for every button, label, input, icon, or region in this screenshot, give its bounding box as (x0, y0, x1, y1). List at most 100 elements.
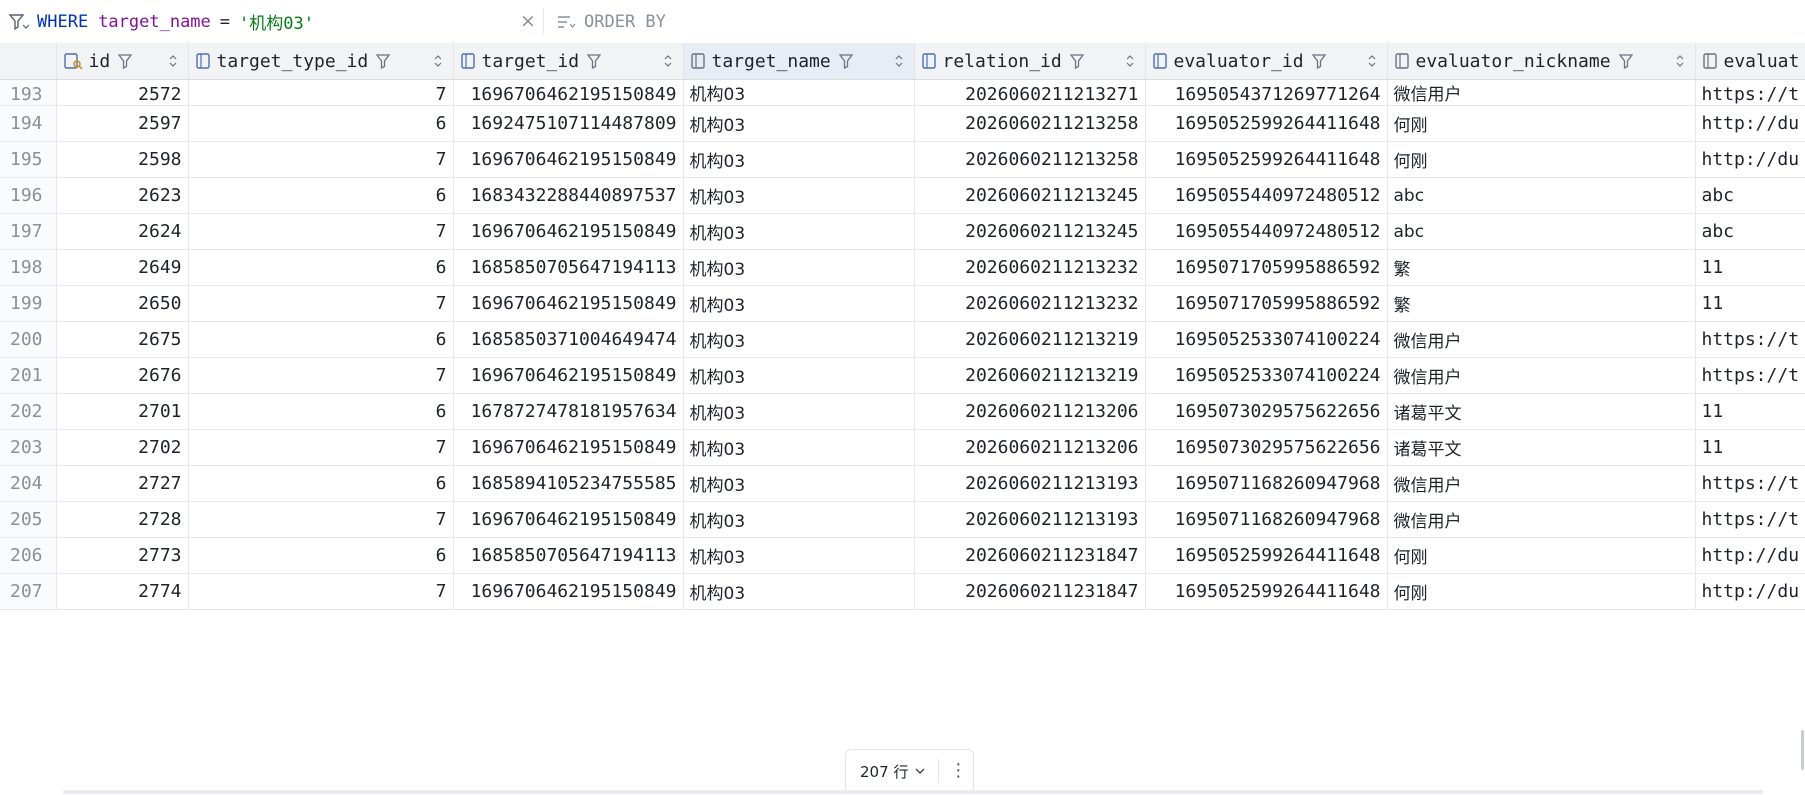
table-cell[interactable]: 微信用户 (1387, 357, 1696, 394)
table-cell[interactable]: 1695071705995886592 (1145, 249, 1388, 286)
table-cell[interactable]: 微信用户 (1387, 501, 1696, 538)
table-cell[interactable]: 机构03 (683, 429, 915, 466)
table-cell[interactable]: 2727 (56, 465, 189, 502)
table-cell[interactable]: 机构03 (683, 177, 915, 214)
table-row[interactable]: 201 2676 7 1696706462195150849 机构03 202606021… (0, 357, 1805, 394)
table-cell[interactable]: 2026060211213245 (914, 213, 1146, 250)
column-header-evaluat[interactable]: evaluat (1695, 43, 1805, 80)
table-cell[interactable]: abc (1387, 213, 1696, 250)
column-filter-icon[interactable] (1618, 53, 1633, 69)
table-row[interactable]: 204 2727 6 1685894105234755585 机构03 202606021… (0, 465, 1805, 502)
table-cell[interactable]: 何刚 (1387, 105, 1696, 142)
table-cell[interactable]: 1696706462195150849 (453, 141, 684, 178)
table-cell[interactable]: 2026060211213271 (914, 79, 1146, 106)
table-cell[interactable]: https://t (1695, 357, 1805, 394)
table-cell[interactable]: 2026060211213232 (914, 249, 1146, 286)
table-cell[interactable]: 1696706462195150849 (453, 357, 684, 394)
table-cell[interactable]: 2026060211213258 (914, 141, 1146, 178)
horizontal-scrollbar[interactable] (63, 790, 1763, 794)
table-cell[interactable]: 6 (188, 249, 454, 286)
table-cell[interactable]: 2702 (56, 429, 189, 466)
table-cell[interactable]: abc (1695, 213, 1805, 250)
table-cell[interactable]: 1695052599264411648 (1145, 537, 1388, 574)
table-cell[interactable]: 1696706462195150849 (453, 429, 684, 466)
table-cell[interactable]: 2026060211213193 (914, 465, 1146, 502)
column-filter-icon[interactable] (376, 53, 391, 69)
table-cell[interactable]: 7 (188, 141, 454, 178)
table-cell[interactable]: 2773 (56, 537, 189, 574)
table-cell[interactable]: 机构03 (683, 285, 915, 322)
table-cell[interactable]: 机构03 (683, 105, 915, 142)
table-cell[interactable]: 1685850705647194113 (453, 249, 684, 286)
column-header-evaluator-id[interactable]: evaluator_id (1145, 43, 1388, 80)
sort-icon[interactable] (168, 54, 178, 68)
table-cell[interactable]: http://du (1695, 105, 1805, 142)
table-cell[interactable]: 6 (188, 537, 454, 574)
table-cell[interactable]: 机构03 (683, 573, 915, 610)
table-cell[interactable]: 何刚 (1387, 573, 1696, 610)
column-header-target-id[interactable]: target_id (453, 43, 684, 80)
column-filter-icon[interactable] (1069, 53, 1084, 69)
table-cell[interactable]: 何刚 (1387, 537, 1696, 574)
column-filter-icon[interactable] (118, 53, 133, 69)
table-cell[interactable]: 2650 (56, 285, 189, 322)
table-cell[interactable]: 2026060211213258 (914, 105, 1146, 142)
table-cell[interactable]: 2572 (56, 79, 189, 106)
table-cell[interactable]: https://t (1695, 465, 1805, 502)
sort-icon[interactable] (1125, 54, 1135, 68)
table-cell[interactable]: 1685850705647194113 (453, 537, 684, 574)
table-cell[interactable]: 繁 (1387, 285, 1696, 322)
table-cell[interactable]: 机构03 (683, 213, 915, 250)
table-cell[interactable]: 2598 (56, 141, 189, 178)
table-cell[interactable]: 2623 (56, 177, 189, 214)
table-cell[interactable]: 2676 (56, 357, 189, 394)
table-cell[interactable]: http://du (1695, 537, 1805, 574)
table-cell[interactable]: 7 (188, 429, 454, 466)
table-cell[interactable]: 1696706462195150849 (453, 573, 684, 610)
table-cell[interactable]: 1695052599264411648 (1145, 573, 1388, 610)
table-row[interactable]: 197 2624 7 1696706462195150849 机构03 202606021… (0, 213, 1805, 250)
row-count-control[interactable]: 207 行 ⋮ (845, 749, 974, 793)
table-cell[interactable]: 机构03 (683, 537, 915, 574)
table-cell[interactable]: 诸葛平文 (1387, 429, 1696, 466)
table-row[interactable]: 194 2597 6 1692475107114487809 机构03 202606021… (0, 105, 1805, 142)
table-cell[interactable]: 何刚 (1387, 141, 1696, 178)
table-cell[interactable]: 7 (188, 357, 454, 394)
table-cell[interactable]: 1695071705995886592 (1145, 285, 1388, 322)
table-cell[interactable]: 1685850371004649474 (453, 321, 684, 358)
table-cell[interactable]: 1695052599264411648 (1145, 105, 1388, 142)
table-cell[interactable]: 1695052533074100224 (1145, 357, 1388, 394)
table-cell[interactable]: 1695071168260947968 (1145, 501, 1388, 538)
column-header-target-name[interactable]: target_name (683, 43, 915, 80)
table-cell[interactable]: 1683432288440897537 (453, 177, 684, 214)
more-options-icon[interactable]: ⋮ (949, 762, 967, 780)
table-cell[interactable]: 7 (188, 213, 454, 250)
table-row[interactable]: 200 2675 6 1685850371004649474 机构03 202606021… (0, 321, 1805, 358)
table-cell[interactable]: 机构03 (683, 465, 915, 502)
table-cell[interactable]: 2026060211213206 (914, 429, 1146, 466)
clear-filter-button[interactable]: × (520, 10, 536, 32)
table-cell[interactable]: 6 (188, 465, 454, 502)
table-cell[interactable]: 1696706462195150849 (453, 79, 684, 106)
column-header-evaluator-nickname[interactable]: evaluator_nickname (1387, 43, 1696, 80)
table-cell[interactable]: 1678727478181957634 (453, 393, 684, 430)
table-cell[interactable]: 2026060211231847 (914, 573, 1146, 610)
table-cell[interactable]: 机构03 (683, 501, 915, 538)
table-cell[interactable]: https://t (1695, 321, 1805, 358)
table-row[interactable]: 203 2702 7 1696706462195150849 机构03 202606021… (0, 429, 1805, 466)
table-cell[interactable]: https://t (1695, 79, 1805, 106)
table-cell[interactable]: 1692475107114487809 (453, 105, 684, 142)
table-cell[interactable]: 2026060211213193 (914, 501, 1146, 538)
table-row[interactable]: 198 2649 6 1685850705647194113 机构03 202606021… (0, 249, 1805, 286)
table-cell[interactable]: 6 (188, 105, 454, 142)
column-header-target-type-id[interactable]: target_type_id (188, 43, 454, 80)
table-cell[interactable]: 11 (1695, 393, 1805, 430)
table-cell[interactable]: 7 (188, 79, 454, 106)
table-row[interactable]: 206 2773 6 1685850705647194113 机构03 202606021… (0, 537, 1805, 574)
table-row[interactable]: 205 2728 7 1696706462195150849 机构03 202606021… (0, 501, 1805, 538)
table-cell[interactable]: 1696706462195150849 (453, 501, 684, 538)
table-row[interactable]: 195 2598 7 1696706462195150849 机构03 202606021… (0, 141, 1805, 178)
table-row[interactable]: 199 2650 7 1696706462195150849 机构03 202606021… (0, 285, 1805, 322)
table-cell[interactable]: 1696706462195150849 (453, 285, 684, 322)
table-cell[interactable]: 6 (188, 177, 454, 214)
